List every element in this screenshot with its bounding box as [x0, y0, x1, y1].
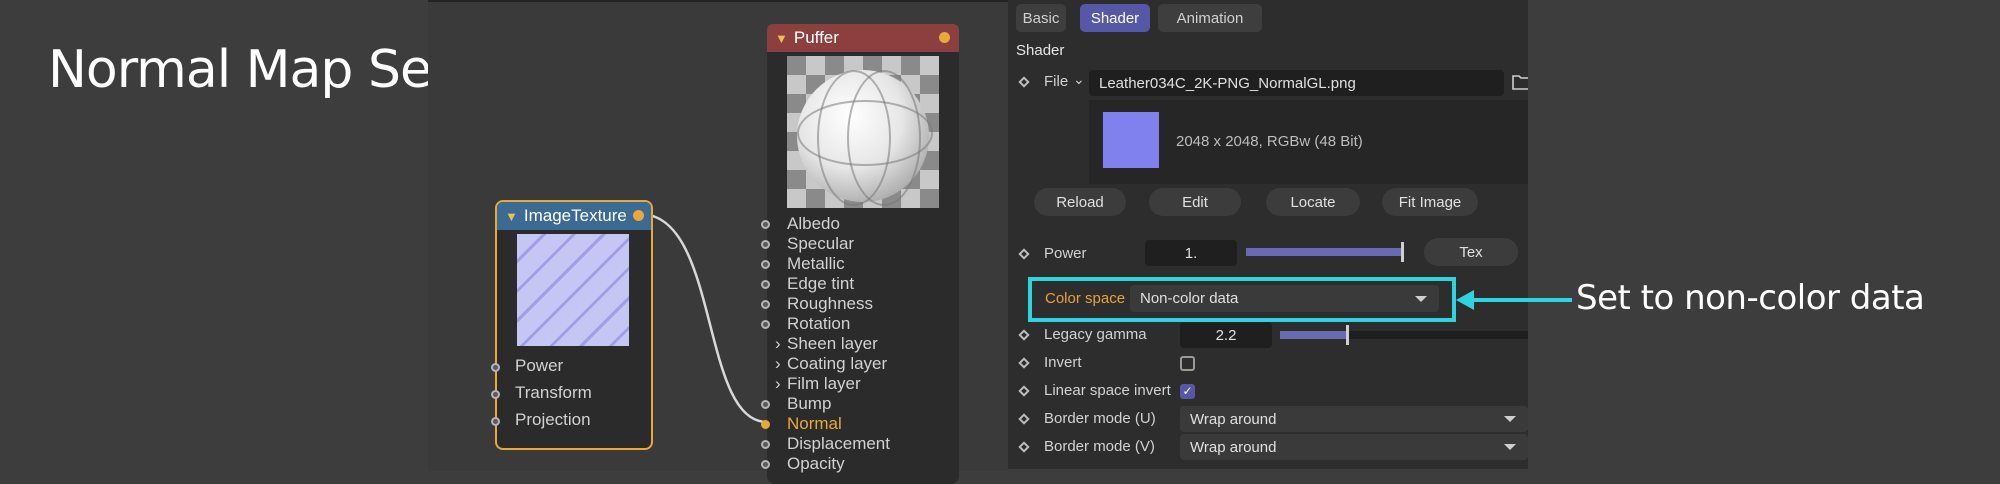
- puffer-input-socket[interactable]: [761, 320, 770, 329]
- texture-preview-thumbnail: [517, 234, 629, 346]
- puffer-input-label: Metallic: [787, 254, 845, 273]
- dropdown-arrow-icon: [1504, 444, 1516, 450]
- border-mode-u-value: Wrap around: [1190, 410, 1277, 428]
- properties-panel: Basic Shader Animation Shader File ⌄ Lea…: [1008, 0, 1530, 469]
- keyframe-diamond-icon[interactable]: [1018, 76, 1030, 88]
- image-texture-node[interactable]: ▼ ImageTexture Power Transform Projectio…: [491, 200, 653, 450]
- power-input-socket[interactable]: [491, 363, 500, 372]
- tex-button[interactable]: Tex: [1424, 238, 1518, 266]
- border-mode-u-label: Border mode (U): [1044, 410, 1156, 427]
- puffer-input-socket[interactable]: [761, 420, 770, 429]
- puffer-input-label[interactable]: Sheen layer: [787, 334, 878, 354]
- reload-button[interactable]: Reload: [1034, 188, 1126, 216]
- tab-basic[interactable]: Basic: [1016, 4, 1066, 32]
- legacy-gamma-slider-fill: [1280, 331, 1346, 339]
- power-label: Power: [1044, 245, 1087, 262]
- invert-checkbox[interactable]: [1180, 356, 1195, 371]
- puffer-input-socket[interactable]: [761, 280, 770, 289]
- legacy-gamma-slider-knob[interactable]: [1346, 325, 1349, 345]
- keyframe-diamond-icon[interactable]: [1018, 248, 1030, 260]
- chevron-down-icon[interactable]: ⌄: [1073, 71, 1085, 88]
- legacy-gamma-label: Legacy gamma: [1044, 326, 1147, 343]
- annotation-text: Set to non-color data: [1576, 278, 1925, 318]
- image-texture-node-title: ImageTexture: [523, 206, 627, 225]
- chevron-right-icon[interactable]: ›: [775, 354, 781, 374]
- puffer-input-label: Albedo: [787, 214, 840, 233]
- puffer-input-socket[interactable]: [761, 240, 770, 249]
- file-label: File: [1044, 73, 1069, 90]
- collapse-triangle-icon[interactable]: ▼: [505, 209, 518, 224]
- puffer-input-label: Edge tint: [787, 274, 855, 293]
- keyframe-diamond-icon[interactable]: [1018, 329, 1030, 341]
- chevron-right-icon[interactable]: ›: [775, 374, 781, 394]
- puffer-input-socket[interactable]: [761, 260, 770, 269]
- keyframe-diamond-icon[interactable]: [1018, 413, 1030, 425]
- keyframe-diamond-icon[interactable]: [1018, 357, 1030, 369]
- input-label-power: Power: [515, 356, 564, 375]
- puffer-input-label: Displacement: [787, 434, 890, 453]
- puffer-input-label[interactable]: Film layer: [787, 374, 861, 394]
- puffer-node-header[interactable]: ▼ Puffer: [767, 24, 959, 52]
- keyframe-diamond-icon[interactable]: [1018, 385, 1030, 397]
- annotation-arrow-icon: [1456, 290, 1572, 310]
- input-label-projection: Projection: [515, 410, 591, 429]
- legacy-gamma-slider[interactable]: [1280, 325, 1528, 345]
- puffer-input-label: Normal: [787, 414, 842, 433]
- locate-button[interactable]: Locate: [1266, 188, 1360, 216]
- puffer-input-socket[interactable]: [761, 220, 770, 229]
- puffer-input-socket[interactable]: [761, 400, 770, 409]
- dropdown-arrow-icon: [1504, 416, 1516, 422]
- collapse-triangle-icon[interactable]: ▼: [775, 31, 788, 46]
- puffer-input-label[interactable]: Coating layer: [787, 354, 887, 374]
- transform-input-socket[interactable]: [491, 390, 500, 399]
- power-slider-knob[interactable]: [1401, 242, 1404, 262]
- output-socket[interactable]: [939, 32, 950, 43]
- edit-button[interactable]: Edit: [1149, 188, 1241, 216]
- border-mode-u-dropdown[interactable]: Wrap around: [1180, 406, 1528, 432]
- border-mode-v-value: Wrap around: [1190, 438, 1277, 456]
- puffer-input-socket[interactable]: [761, 440, 770, 449]
- border-mode-v-label: Border mode (V): [1044, 438, 1155, 455]
- power-slider[interactable]: [1246, 242, 1404, 262]
- tab-shader[interactable]: Shader: [1080, 4, 1150, 32]
- puffer-input-label: Rotation: [787, 314, 851, 333]
- tab-animation[interactable]: Animation: [1158, 4, 1262, 32]
- linear-space-invert-label: Linear space invert: [1044, 382, 1171, 399]
- puffer-node[interactable]: ▼ Puffer Albedo Specular Metallic Edge tint…: [761, 24, 959, 484]
- chevron-right-icon[interactable]: ›: [775, 334, 781, 354]
- output-socket[interactable]: [633, 210, 644, 221]
- image-thumbnail: [1103, 112, 1159, 168]
- section-title: Shader: [1016, 42, 1065, 59]
- material-preview-sphere: [787, 56, 939, 208]
- input-label-transform: Transform: [515, 383, 592, 402]
- puffer-input-socket[interactable]: [761, 300, 770, 309]
- image-texture-node-header[interactable]: ▼ ImageTexture: [497, 202, 651, 230]
- projection-input-socket[interactable]: [491, 417, 500, 426]
- puffer-input-label: Specular: [787, 234, 855, 253]
- puffer-node-title: Puffer: [793, 28, 839, 47]
- file-path-field[interactable]: Leather034C_2K-PNG_NormalGL.png: [1089, 70, 1504, 96]
- slide-background: [1528, 0, 2000, 469]
- keyframe-diamond-icon[interactable]: [1018, 441, 1030, 453]
- puffer-input-label: Roughness: [787, 294, 874, 313]
- puffer-input-label: Bump: [787, 394, 832, 413]
- fit-image-button[interactable]: Fit Image: [1382, 188, 1478, 216]
- border-mode-v-dropdown[interactable]: Wrap around: [1180, 434, 1528, 460]
- power-slider-fill: [1246, 248, 1404, 256]
- linear-space-invert-checkbox[interactable]: ✓: [1180, 384, 1195, 399]
- invert-label: Invert: [1044, 354, 1082, 371]
- legacy-gamma-field[interactable]: 2.2: [1180, 322, 1272, 348]
- puffer-input-label: Opacity: [787, 454, 845, 473]
- puffer-input-socket[interactable]: [761, 460, 770, 469]
- image-info-text: 2048 x 2048, RGBw (48 Bit): [1176, 133, 1363, 150]
- power-value-field[interactable]: 1.: [1145, 240, 1237, 266]
- color-space-highlight-box: [1028, 277, 1456, 322]
